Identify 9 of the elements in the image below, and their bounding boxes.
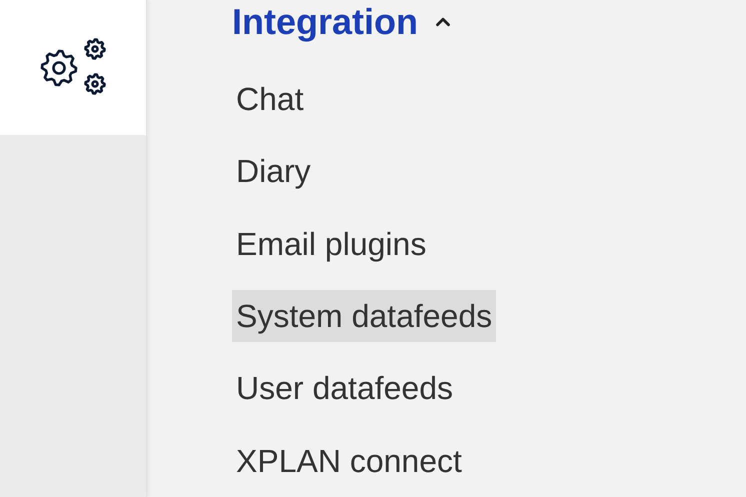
menu-item[interactable]: User datafeeds (232, 362, 458, 414)
settings-tile[interactable] (0, 0, 146, 135)
menu-item[interactable]: Chat (232, 72, 308, 125)
section-header[interactable]: Integration (232, 0, 496, 44)
menu-item[interactable]: Diary (232, 145, 315, 198)
menu-item[interactable]: System datafeeds (232, 290, 496, 342)
menu-item[interactable]: Email plugins (232, 218, 430, 270)
menu-item[interactable]: XPLAN connect (232, 434, 466, 487)
section-title: Integration (232, 4, 418, 40)
